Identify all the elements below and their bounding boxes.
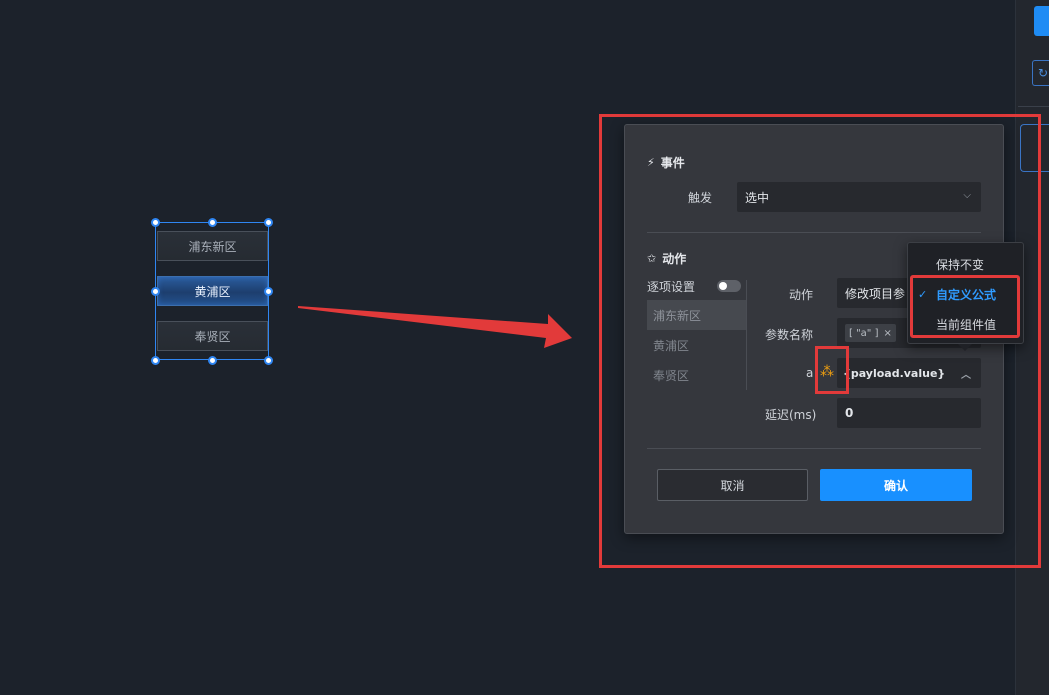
list-item-huangpu[interactable]: 黄浦区 xyxy=(647,330,746,360)
resize-handle-top-right[interactable] xyxy=(264,218,273,227)
widget-item-label: 黄浦区 xyxy=(194,284,231,299)
annotation-arrow xyxy=(298,306,572,348)
list-item-pudong[interactable]: 浦东新区 xyxy=(647,300,746,330)
refresh-icon: ↻ xyxy=(1038,66,1049,80)
resize-handle-bottom-left[interactable] xyxy=(151,356,160,365)
param-a-input[interactable]: {payload.value} ︿ xyxy=(837,358,981,388)
resize-handle-top[interactable] xyxy=(208,218,217,227)
param-name-label: 参数名称 xyxy=(765,328,814,342)
panel-divider xyxy=(1018,106,1049,107)
widget-item-pudong[interactable]: 浦东新区 xyxy=(157,231,268,261)
highlight-frame-formula-icon xyxy=(815,346,849,394)
list-separator xyxy=(746,280,747,390)
event-section-title: ⚡ 事件 xyxy=(647,156,685,170)
resize-handle-bottom-right[interactable] xyxy=(264,356,273,365)
param-a-label: a xyxy=(806,366,814,380)
widget-item-fengxian[interactable]: 奉贤区 xyxy=(157,321,268,351)
highlight-frame-dropdown xyxy=(910,275,1020,338)
per-item-label: 逐项设置 xyxy=(647,280,696,294)
chevron-down-icon: ⌵ xyxy=(963,190,971,201)
trigger-select[interactable]: 选中 ⌵ xyxy=(737,182,981,212)
trigger-value: 选中 xyxy=(745,190,770,205)
panel-primary-button[interactable] xyxy=(1034,6,1049,36)
list-item-fengxian[interactable]: 奉贤区 xyxy=(647,360,746,390)
lightning-icon: ⚡ xyxy=(647,156,655,169)
action-label: 动作 xyxy=(789,288,814,302)
delay-input[interactable]: 0 xyxy=(837,398,981,428)
selected-list-widget[interactable]: 浦东新区 黄浦区 奉贤区 xyxy=(155,222,269,360)
resize-handle-right[interactable] xyxy=(264,287,273,296)
confirm-button[interactable]: 确认 xyxy=(820,469,972,501)
widget-item-label: 浦东新区 xyxy=(188,239,237,254)
param-tag: [ "a" ] × xyxy=(845,324,896,342)
param-a-value: {payload.value} xyxy=(843,366,946,380)
trigger-label: 触发 xyxy=(688,191,713,205)
action-value: 修改项目参 xyxy=(845,286,906,301)
delay-label: 延迟(ms) xyxy=(765,408,817,422)
delay-value: 0 xyxy=(845,406,854,420)
widget-item-huangpu[interactable]: 黄浦区 xyxy=(157,276,268,306)
section-divider xyxy=(647,232,981,233)
tag-close-icon[interactable]: × xyxy=(884,328,892,339)
chevron-up-icon: ︿ xyxy=(961,370,971,381)
per-item-toggle[interactable] xyxy=(717,280,741,292)
cancel-button[interactable]: 取消 xyxy=(657,469,808,501)
footer-divider xyxy=(647,448,981,449)
resize-handle-bottom[interactable] xyxy=(208,356,217,365)
widget-item-label: 奉贤区 xyxy=(194,329,231,344)
resize-handle-top-left[interactable] xyxy=(151,218,160,227)
resize-handle-left[interactable] xyxy=(151,287,160,296)
star-icon: ✩ xyxy=(647,252,657,265)
action-section-title: ✩ 动作 xyxy=(647,252,687,266)
dropdown-pointer xyxy=(958,344,972,351)
